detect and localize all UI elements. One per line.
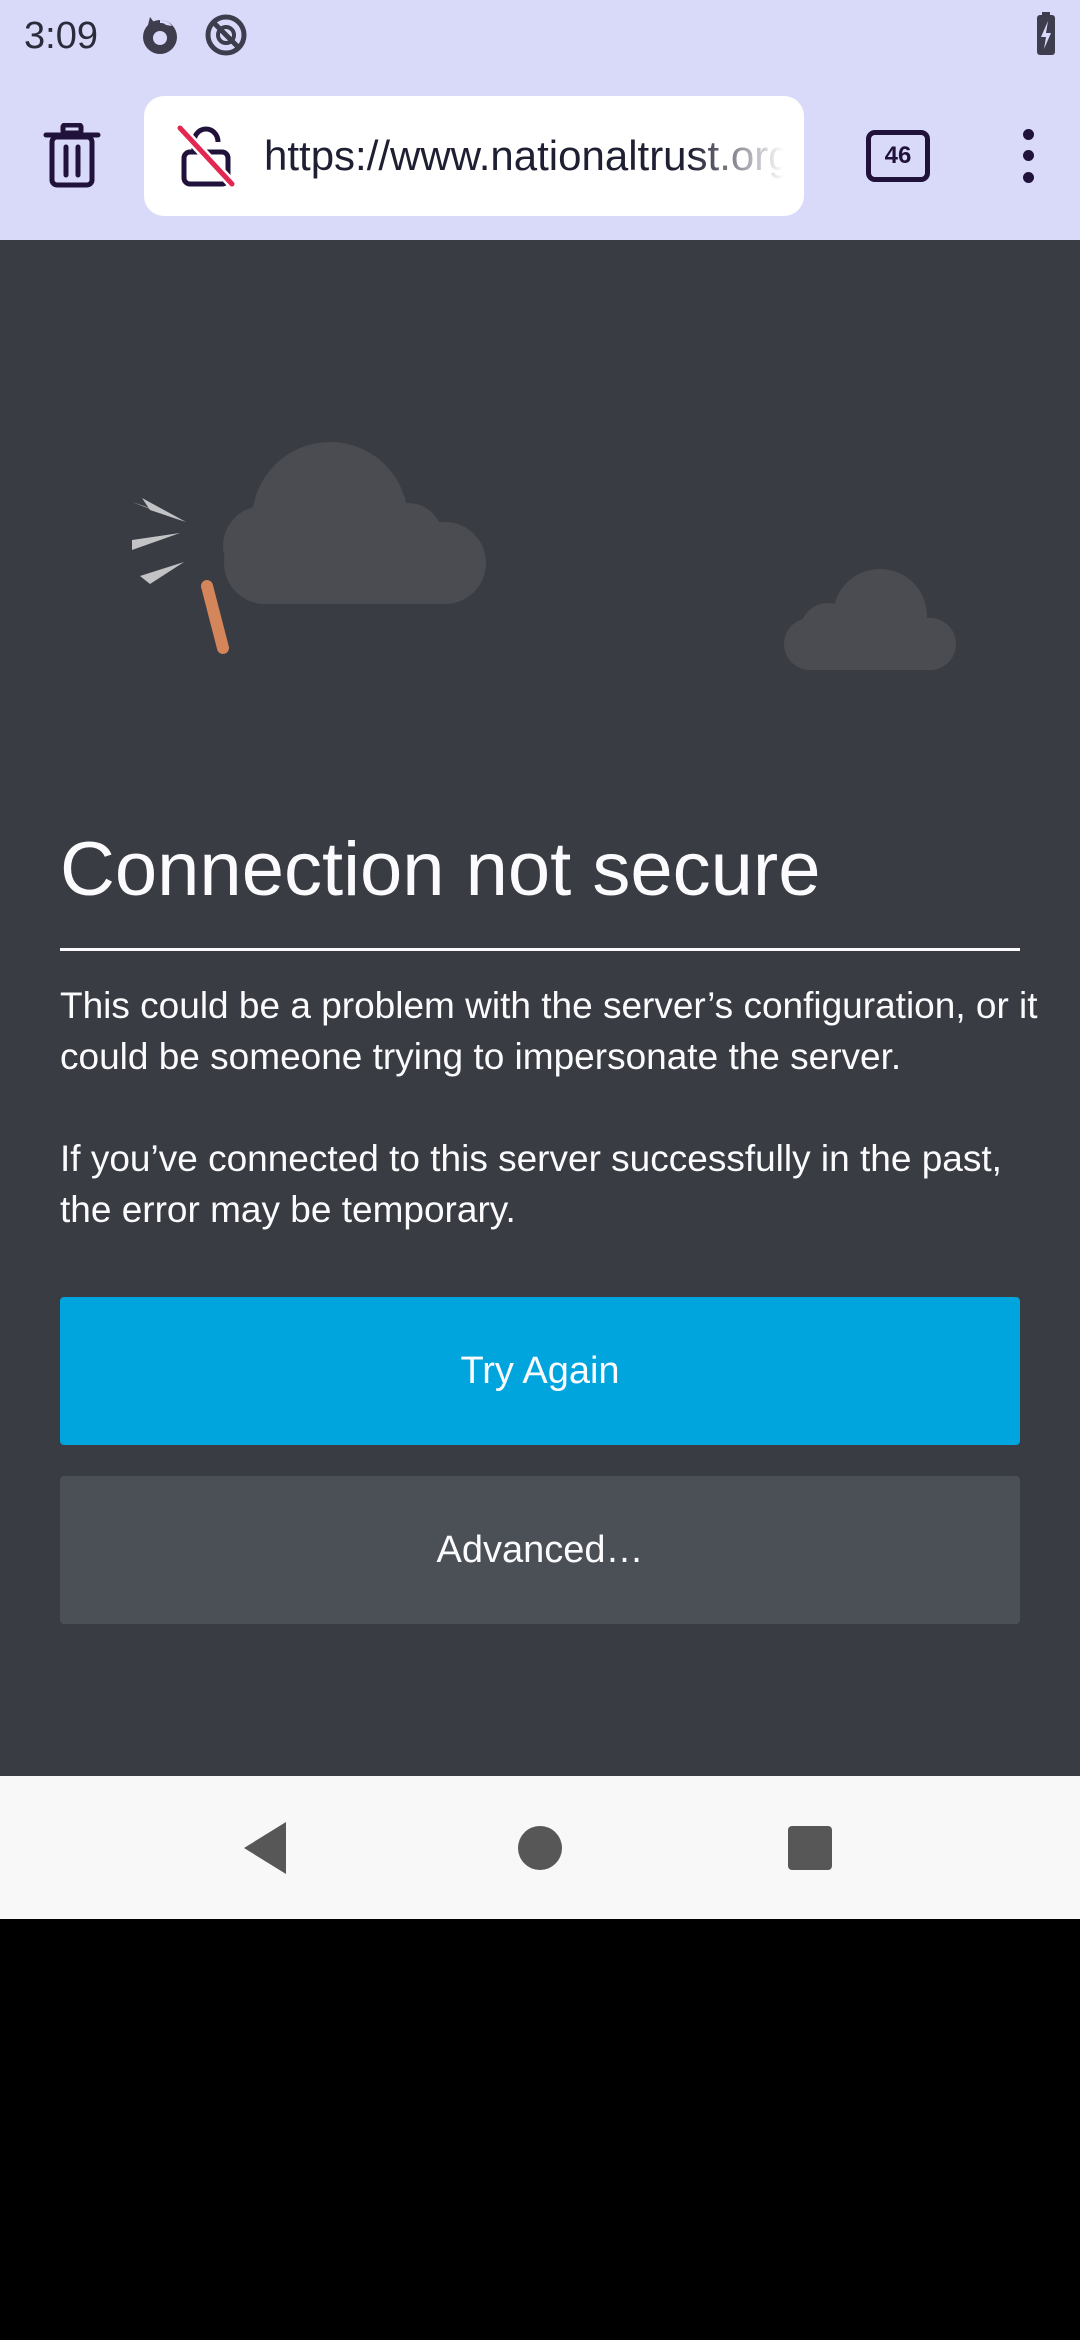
home-icon[interactable] [498,1806,582,1890]
url-text[interactable]: https://www.nationaltrust.org.uk [264,96,784,216]
navigation-bar [0,1776,1080,1919]
plug-cable-icon [201,580,229,654]
overflow-menu-icon[interactable] [1000,116,1056,196]
back-icon[interactable] [228,1806,312,1890]
spark-icon [132,498,186,584]
try-again-button[interactable]: Try Again [60,1297,1020,1445]
title-divider [60,948,1020,951]
tabs-count: 46 [884,142,912,169]
url-bar[interactable]: https://www.nationaltrust.org.uk [144,96,804,216]
screen: 3:09 https://www.nationaltrust.org 46 Co… [0,0,1080,2340]
status-bar: 3:09 [0,0,1080,73]
blank-area [0,1919,1080,2340]
do-not-disturb-icon [202,11,250,59]
broken-connection-illustration [132,442,956,670]
page-title: Connection not secure [60,827,821,912]
status-time: 3:09 [24,15,98,57]
large-cloud-icon [223,442,486,604]
error-hint: If you’ve connected to this server succe… [60,1138,1002,1230]
tabs-counter-button[interactable]: 46 [866,130,930,182]
battery-charging-icon [1022,11,1070,59]
error-page: Connection not secure This could be a pr… [0,240,1080,1776]
firefox-sync-icon [136,11,184,59]
browser-toolbar: https://www.nationaltrust.org.uk 46 [0,73,1080,240]
small-cloud-icon [784,569,956,670]
recents-icon[interactable] [768,1806,852,1890]
insecure-lock-icon[interactable] [174,124,238,188]
delete-tab-icon [43,123,101,188]
error-description: This could be a problem with the server’… [60,985,1038,1077]
delete-tab-button[interactable] [32,116,112,196]
advanced-button[interactable]: Advanced… [60,1476,1020,1624]
